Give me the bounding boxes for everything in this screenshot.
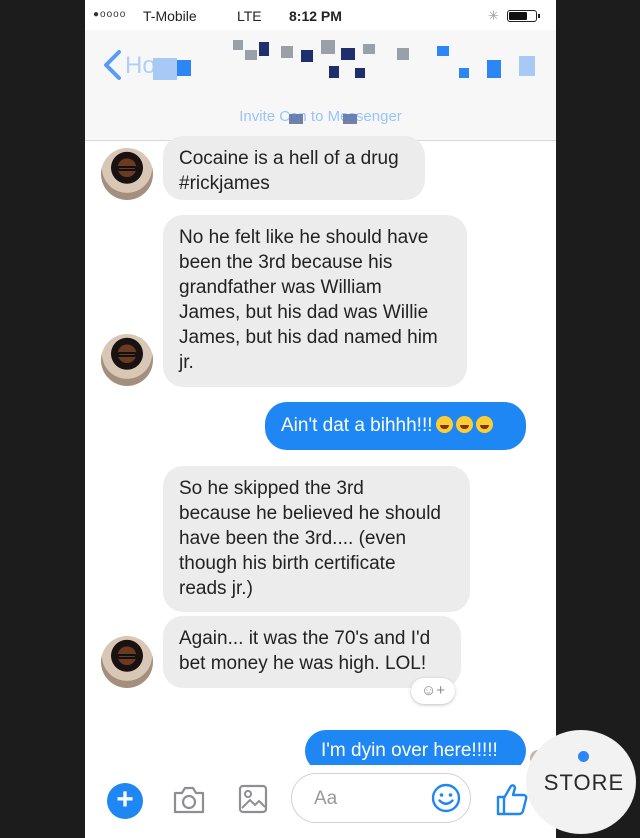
carrier-name: T-Mobile [143, 8, 197, 24]
add-reaction-button[interactable]: ☺+ [411, 678, 455, 704]
notification-dot [578, 751, 589, 762]
more-actions-button[interactable]: + [107, 783, 143, 819]
message-text: because he believed he should [179, 503, 441, 524]
message-text: jr. [179, 352, 194, 373]
conversation-header: Ho Invite Con to Messenger [85, 30, 556, 141]
activity-spinner-icon: ✳ [488, 8, 499, 23]
battery-icon [507, 10, 540, 22]
message-text: reads jr.) [179, 578, 253, 599]
store-button-label: STORE [543, 770, 625, 795]
message-text: Again... it was the 70's and I'd [179, 628, 431, 649]
message-bubble-incoming[interactable]: Cocaine is a hell of a drug #rickjames [163, 136, 425, 200]
message-text: bet money he was high. LOL! [179, 653, 427, 674]
emoji-smile-icon[interactable] [430, 782, 462, 814]
message-text: No he felt like he should have [179, 227, 429, 248]
contact-avatar[interactable] [101, 334, 153, 386]
status-time: 8:12 PM [289, 8, 342, 24]
image-icon[interactable] [237, 783, 269, 815]
message-text: grandfather was William [179, 277, 382, 298]
status-bar: ●oooo T-Mobile LTE 8:12 PM ✳ [85, 0, 556, 30]
message-text: So he skipped the 3rd [179, 478, 364, 499]
message-bubble-incoming[interactable]: No he felt like he should have been the … [163, 215, 467, 387]
store-button[interactable]: STORE [526, 730, 636, 834]
message-text: I'm dyin over here!!!!! [321, 740, 498, 761]
back-button-label[interactable]: Ho [125, 52, 156, 80]
message-bubble-incoming[interactable]: Again... it was the 70's and I'd bet mon… [163, 616, 461, 688]
message-input-placeholder: Aa [314, 788, 338, 809]
network-type: LTE [237, 8, 262, 24]
contact-avatar[interactable] [101, 636, 153, 688]
joy-emoji-icon [435, 416, 453, 433]
phone-screen: ●oooo T-Mobile LTE 8:12 PM ✳ Ho Invite C… [85, 0, 556, 838]
message-text: Ain't dat a bihhh!!! [281, 415, 433, 436]
message-text: have been the 3rd.... (even [179, 528, 407, 549]
message-text: James, but his dad named him [179, 327, 438, 348]
invite-to-messenger-link[interactable]: Invite Con to Messenger [85, 108, 556, 125]
signal-strength: ●oooo [93, 9, 127, 20]
message-text: James, but his dad was Willie [179, 302, 429, 323]
camera-icon[interactable] [171, 784, 207, 816]
message-composer: + Aa [85, 765, 556, 838]
joy-emoji-icon [475, 416, 493, 433]
joy-emoji-icon [455, 416, 473, 433]
message-input[interactable]: Aa [291, 773, 471, 823]
thumbs-up-icon[interactable] [495, 781, 529, 817]
message-text: been the 3rd because his [179, 252, 393, 273]
message-text: though his birth certificate [179, 553, 396, 574]
message-text: Cocaine is a hell of a drug [179, 148, 399, 169]
contact-avatar[interactable] [101, 148, 153, 200]
message-bubble-outgoing[interactable]: Ain't dat a bihhh!!! [265, 402, 526, 450]
message-text: #rickjames [179, 173, 270, 194]
message-list[interactable]: Cocaine is a hell of a drug #rickjames N… [85, 136, 556, 772]
message-bubble-incoming[interactable]: So he skipped the 3rd because he believe… [163, 466, 470, 612]
